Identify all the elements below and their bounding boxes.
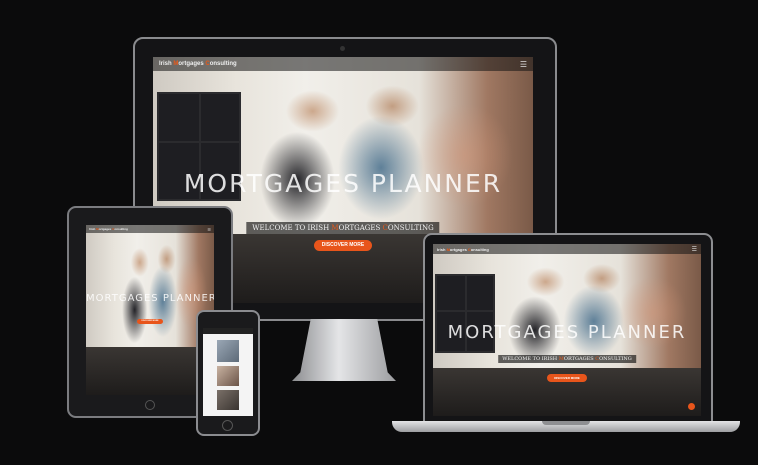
tablet-hero-title: MORTGAGES PLANNER: [86, 293, 214, 304]
laptop-brand-logo[interactable]: Irish Mortgages Consulting: [437, 247, 489, 252]
laptop-discover-more-button[interactable]: DISCOVER MORE: [547, 374, 587, 382]
tablet-hamburger-menu-icon[interactable]: ☰: [207, 227, 211, 232]
phone-card-image-1: [217, 340, 239, 362]
laptop-base: [392, 421, 740, 432]
phone-card-image-3: [217, 390, 239, 410]
welcome-banner: WELCOME TO IRISH MORTGAGES CONSULTING: [246, 222, 440, 234]
discover-more-button[interactable]: DISCOVER MORE: [314, 240, 372, 251]
laptop-screen: Irish Mortgages Consulting ☰ MORTGAGES P…: [433, 244, 701, 416]
monitor-stand: [292, 319, 396, 381]
laptop-notch: [542, 421, 590, 425]
tablet-discover-more-button[interactable]: DISCOVER MORE: [137, 319, 163, 324]
phone-device: [196, 310, 260, 436]
phone-card-image-2: [217, 366, 239, 386]
tablet-brand-logo[interactable]: Irish Mortgages Consulting: [89, 227, 128, 231]
scroll-to-top-icon[interactable]: [688, 403, 695, 410]
tablet-screen: Irish Mortgages Consulting ☰ MORTGAGES P…: [86, 225, 214, 395]
phone-screen: [203, 328, 253, 416]
phone-navbar: [203, 328, 253, 334]
tablet-navbar: Irish Mortgages Consulting ☰: [86, 225, 214, 233]
brand-logo[interactable]: Irish Mortgages Consulting: [159, 61, 237, 67]
laptop-hero-title: MORTGAGES PLANNER: [447, 322, 687, 343]
phone-home-button[interactable]: [222, 420, 233, 431]
camera-dot: [340, 46, 345, 51]
tablet-hero-photo: [86, 225, 214, 395]
tablet-home-button[interactable]: [145, 400, 155, 410]
navbar: Irish Mortgages Consulting ☰: [153, 57, 533, 71]
hamburger-menu-icon[interactable]: ☰: [520, 60, 527, 69]
hero-title: MORTGAGES PLANNER: [183, 169, 503, 198]
laptop-lid: Irish Mortgages Consulting ☰ MORTGAGES P…: [423, 233, 713, 425]
laptop-hamburger-menu-icon[interactable]: ☰: [692, 246, 697, 253]
laptop-navbar: Irish Mortgages Consulting ☰: [433, 244, 701, 254]
laptop-welcome-banner: WELCOME TO IRISH MORTGAGES CONSULTING: [498, 355, 636, 363]
